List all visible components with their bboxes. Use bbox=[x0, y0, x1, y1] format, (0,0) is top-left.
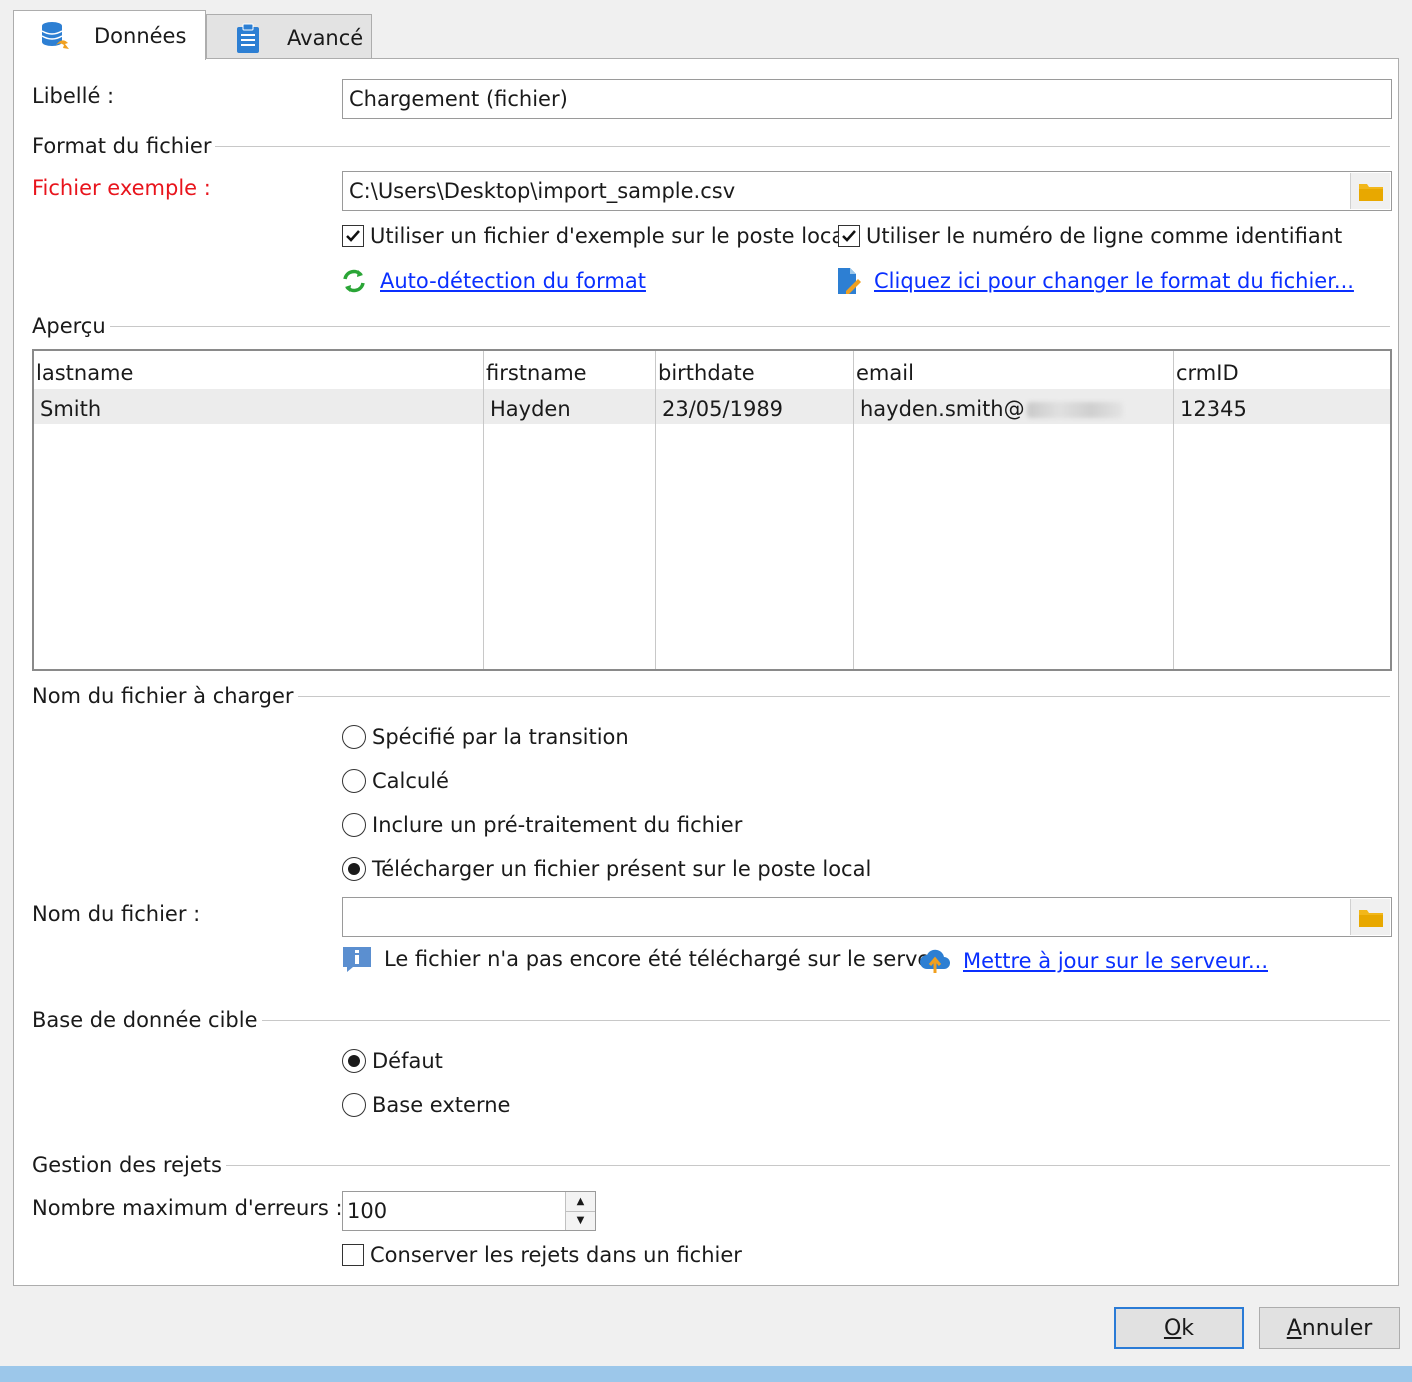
radio-circle[interactable] bbox=[342, 725, 366, 749]
checkbox-box[interactable] bbox=[342, 1244, 364, 1266]
column-lastname bbox=[34, 351, 484, 669]
sample-file-label: Fichier exemple : bbox=[32, 176, 211, 200]
checkmark-icon bbox=[346, 230, 360, 242]
keep-rejects-checkbox[interactable]: Conserver les rejets dans un fichier bbox=[342, 1243, 742, 1267]
radio-circle[interactable] bbox=[342, 813, 366, 837]
sample-file-input[interactable]: C:\Users\Desktop\import_sample.csv bbox=[342, 171, 1392, 211]
stepper-up-button[interactable]: ▲ bbox=[566, 1192, 595, 1212]
tab-label: Données bbox=[94, 23, 187, 48]
table-cell: Hayden bbox=[490, 397, 571, 421]
preview-table[interactable]: lastname firstname birthdate email crmID… bbox=[32, 349, 1392, 671]
browse-sample-button[interactable] bbox=[1350, 173, 1390, 209]
checkmark-icon bbox=[842, 230, 856, 242]
section-base-cible: Base de donnée cible bbox=[32, 1005, 1390, 1035]
section-apercu: Aperçu bbox=[32, 311, 1390, 341]
data-panel: Libellé : Chargement (fichier) Format du… bbox=[13, 58, 1399, 1286]
checkbox-box[interactable] bbox=[838, 225, 860, 247]
file-name-label: Nom du fichier : bbox=[32, 902, 201, 926]
refresh-icon bbox=[343, 269, 365, 293]
column-header[interactable]: email bbox=[856, 361, 914, 385]
column-header[interactable]: crmID bbox=[1176, 361, 1239, 385]
ok-button[interactable]: Ok bbox=[1114, 1307, 1244, 1349]
table-cell: 23/05/1989 bbox=[662, 397, 784, 421]
database-icon bbox=[41, 21, 69, 49]
max-errors-label: Nombre maximum d'erreurs : bbox=[32, 1196, 343, 1220]
radio-defaut[interactable]: Défaut bbox=[342, 1049, 443, 1073]
column-header[interactable]: birthdate bbox=[658, 361, 755, 385]
file-name-input[interactable] bbox=[342, 897, 1392, 937]
info-icon bbox=[343, 947, 371, 972]
radio-telecharger-local[interactable]: Télécharger un fichier présent sur le po… bbox=[342, 857, 871, 881]
table-cell: 12345 bbox=[1180, 397, 1247, 421]
use-line-number-checkbox[interactable]: Utiliser le numéro de ligne comme identi… bbox=[838, 224, 1342, 248]
radio-circle[interactable] bbox=[342, 1093, 366, 1117]
column-header[interactable]: firstname bbox=[486, 361, 587, 385]
redacted-text bbox=[1026, 402, 1123, 418]
window-bottom-border bbox=[0, 1366, 1412, 1382]
folder-icon bbox=[1358, 910, 1383, 927]
section-nom-du-fichier: Nom du fichier à charger bbox=[32, 681, 1390, 711]
section-gestion-rejets: Gestion des rejets bbox=[32, 1150, 1390, 1180]
tab-donnees[interactable]: Données bbox=[13, 10, 206, 60]
upload-info: Le fichier n'a pas encore été téléchargé… bbox=[342, 945, 944, 973]
chevron-up-icon: ▲ bbox=[576, 1195, 585, 1207]
tab-label: Avancé bbox=[287, 25, 364, 50]
radio-pretraitement[interactable]: Inclure un pré-traitement du fichier bbox=[342, 813, 742, 837]
upload-server-link[interactable]: Mettre à jour sur le serveur... bbox=[919, 947, 1268, 975]
checkbox-box[interactable] bbox=[342, 225, 364, 247]
max-errors-stepper[interactable]: 100 ▲ ▼ bbox=[342, 1191, 596, 1231]
use-local-sample-checkbox[interactable]: Utiliser un fichier d'exemple sur le pos… bbox=[342, 224, 850, 248]
libelle-label: Libellé : bbox=[32, 84, 115, 108]
change-format-link[interactable]: Cliquez ici pour changer le format du fi… bbox=[836, 267, 1354, 295]
folder-icon bbox=[1358, 184, 1383, 201]
table-cell-email: hayden.smith@ bbox=[860, 397, 1123, 421]
section-format-du-fichier: Format du fichier bbox=[32, 131, 1390, 161]
autodetect-format-link[interactable]: Auto-détection du format bbox=[340, 267, 646, 295]
chevron-down-icon: ▼ bbox=[576, 1215, 585, 1227]
radio-calcule[interactable]: Calculé bbox=[342, 769, 449, 793]
cloud-upload-icon bbox=[920, 949, 950, 973]
cancel-button[interactable]: Annuler bbox=[1259, 1307, 1400, 1349]
stepper-down-button[interactable]: ▼ bbox=[566, 1211, 595, 1230]
clipboard-icon bbox=[237, 23, 259, 53]
column-header[interactable]: lastname bbox=[36, 361, 133, 385]
table-cell: Smith bbox=[40, 397, 102, 421]
edit-document-icon bbox=[838, 268, 861, 294]
radio-circle-selected[interactable] bbox=[342, 857, 366, 881]
browse-file-button[interactable] bbox=[1350, 899, 1390, 935]
radio-circle[interactable] bbox=[342, 769, 366, 793]
radio-circle-selected[interactable] bbox=[342, 1049, 366, 1073]
libelle-input[interactable]: Chargement (fichier) bbox=[342, 79, 1392, 119]
radio-base-externe[interactable]: Base externe bbox=[342, 1093, 510, 1117]
tab-avance[interactable]: Avancé bbox=[206, 14, 372, 60]
radio-transition[interactable]: Spécifié par la transition bbox=[342, 725, 629, 749]
